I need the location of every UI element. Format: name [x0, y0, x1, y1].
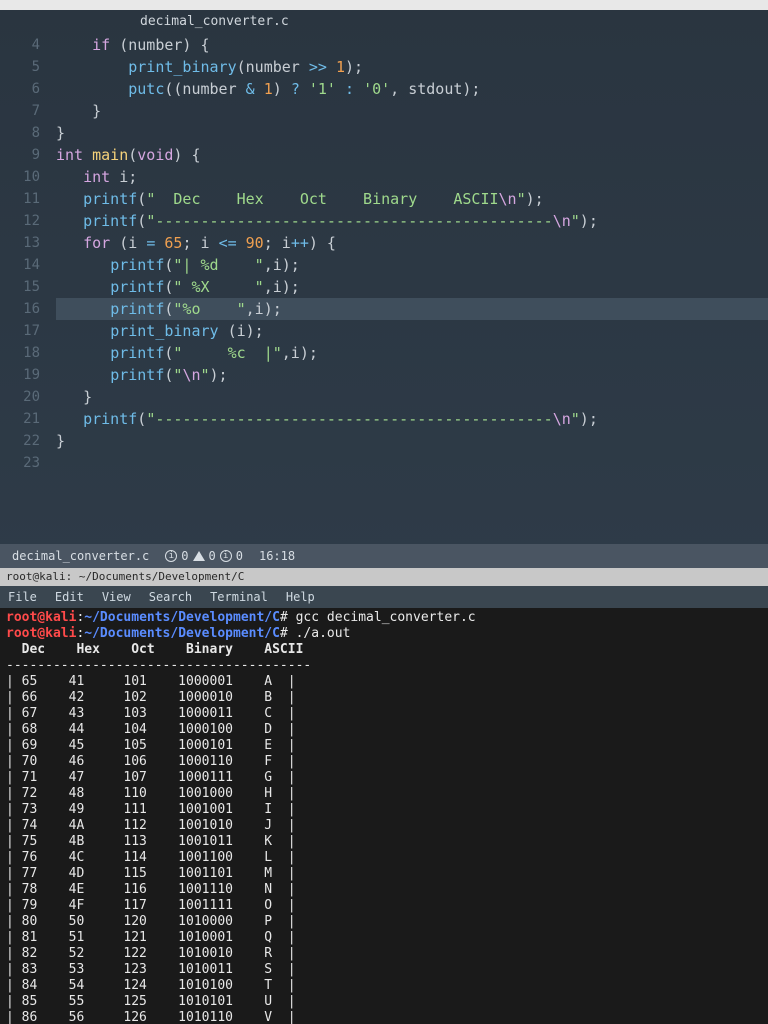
output-row: | 69 45 105 1000101 E |	[6, 738, 762, 754]
line-number: 16	[0, 298, 40, 320]
code-line[interactable]: }	[56, 386, 768, 408]
line-number: 8	[0, 122, 40, 144]
terminal-titlebar: root@kali: ~/Documents/Development/C	[0, 568, 768, 586]
line-number: 14	[0, 254, 40, 276]
line-number: 23	[0, 452, 40, 474]
output-row: | 84 54 124 1010100 T |	[6, 978, 762, 994]
terminal-pane: root@kali: ~/Documents/Development/C Fil…	[0, 568, 768, 1024]
code-line[interactable]: int i;	[56, 166, 768, 188]
output-row: | 79 4F 117 1001111 O |	[6, 898, 762, 914]
line-number: 5	[0, 56, 40, 78]
terminal-menu-help[interactable]: Help	[286, 590, 315, 604]
editor-status-bar: decimal_converter.c i0 0 i0 16:18	[0, 544, 768, 568]
editor-app-menu[interactable]	[0, 0, 768, 10]
code-line[interactable]: int main(void) {	[56, 144, 768, 166]
line-number: 20	[0, 386, 40, 408]
output-row: | 81 51 121 1010001 Q |	[6, 930, 762, 946]
code-line[interactable]: printf("--------------------------------…	[56, 408, 768, 430]
output-row: | 85 55 125 1010101 U |	[6, 994, 762, 1010]
line-number: 11	[0, 188, 40, 210]
info-icon: i	[165, 550, 177, 562]
line-number: 18	[0, 342, 40, 364]
output-row: | 71 47 107 1000111 G |	[6, 770, 762, 786]
terminal-menu-search[interactable]: Search	[149, 590, 192, 604]
code-line[interactable]: }	[56, 122, 768, 144]
line-number: 19	[0, 364, 40, 386]
line-number: 7	[0, 100, 40, 122]
output-row: | 67 43 103 1000011 C |	[6, 706, 762, 722]
code-line[interactable]: }	[56, 430, 768, 452]
editor-pane: decimal_converter.c 45678910111213141516…	[0, 0, 768, 568]
code-line[interactable]: printf(" Dec Hex Oct Binary ASCII\n");	[56, 188, 768, 210]
code-text[interactable]: if (number) { print_binary(number >> 1);…	[56, 34, 768, 544]
terminal-menubar[interactable]: File Edit View Search Terminal Help	[0, 586, 768, 608]
output-row: | 68 44 104 1000100 D |	[6, 722, 762, 738]
code-line[interactable]: putc((number & 1) ? '1' : '0', stdout);	[56, 78, 768, 100]
code-line[interactable]: }	[56, 100, 768, 122]
code-line[interactable]: print_binary(number >> 1);	[56, 56, 768, 78]
code-line[interactable]: printf("%o ",i);	[56, 298, 768, 320]
line-number: 10	[0, 166, 40, 188]
editor-tab[interactable]: decimal_converter.c	[140, 14, 289, 29]
output-divider: ---------------------------------------	[6, 658, 762, 674]
output-row: | 80 50 120 1010000 P |	[6, 914, 762, 930]
output-row: | 83 53 123 1010011 S |	[6, 962, 762, 978]
code-area[interactable]: 4567891011121314151617181920212223 if (n…	[0, 34, 768, 544]
editor-tab-bar[interactable]: decimal_converter.c	[0, 10, 768, 34]
output-row: | 66 42 102 1000010 B |	[6, 690, 762, 706]
output-row: | 76 4C 114 1001100 L |	[6, 850, 762, 866]
line-number: 12	[0, 210, 40, 232]
line-number: 6	[0, 78, 40, 100]
output-row: | 75 4B 113 1001011 K |	[6, 834, 762, 850]
code-line[interactable]: if (number) {	[56, 34, 768, 56]
code-line[interactable]: print_binary (i);	[56, 320, 768, 342]
code-line[interactable]: for (i = 65; i <= 90; i++) {	[56, 232, 768, 254]
code-line[interactable]: printf(" %X ",i);	[56, 276, 768, 298]
status-cursor-position: 16:18	[259, 549, 295, 563]
terminal-menu-edit[interactable]: Edit	[55, 590, 84, 604]
terminal-menu-file[interactable]: File	[8, 590, 37, 604]
output-row: | 65 41 101 1000001 A |	[6, 674, 762, 690]
output-row: | 70 46 106 1000110 F |	[6, 754, 762, 770]
output-row: | 78 4E 116 1001110 N |	[6, 882, 762, 898]
code-line[interactable]: printf("| %d ",i);	[56, 254, 768, 276]
code-line[interactable]: printf("\n");	[56, 364, 768, 386]
output-row: | 74 4A 112 1001010 J |	[6, 818, 762, 834]
line-number: 17	[0, 320, 40, 342]
output-row: | 82 52 122 1010010 R |	[6, 946, 762, 962]
code-line[interactable]	[56, 452, 768, 474]
line-number: 15	[0, 276, 40, 298]
code-line[interactable]: printf("--------------------------------…	[56, 210, 768, 232]
status-diagnostics[interactable]: i0 0 i0	[165, 549, 243, 563]
line-number: 22	[0, 430, 40, 452]
output-header: Dec Hex Oct Binary ASCII	[6, 642, 762, 658]
status-filename: decimal_converter.c	[12, 549, 149, 563]
terminal-menu-view[interactable]: View	[102, 590, 131, 604]
code-line[interactable]: printf(" %c |",i);	[56, 342, 768, 364]
terminal-output[interactable]: root@kali:~/Documents/Development/C# gcc…	[0, 608, 768, 1024]
output-row: | 77 4D 115 1001101 M |	[6, 866, 762, 882]
terminal-menu-terminal[interactable]: Terminal	[210, 590, 268, 604]
info-icon: i	[220, 550, 232, 562]
output-row: | 73 49 111 1001001 I |	[6, 802, 762, 818]
output-row: | 72 48 110 1001000 H |	[6, 786, 762, 802]
warning-icon	[193, 551, 205, 561]
line-number: 9	[0, 144, 40, 166]
line-number-gutter: 4567891011121314151617181920212223	[0, 34, 56, 544]
terminal-prompt-line: root@kali:~/Documents/Development/C# ./a…	[6, 626, 762, 642]
line-number: 13	[0, 232, 40, 254]
line-number: 21	[0, 408, 40, 430]
terminal-prompt-line: root@kali:~/Documents/Development/C# gcc…	[6, 610, 762, 626]
output-row: | 86 56 126 1010110 V |	[6, 1010, 762, 1024]
line-number: 4	[0, 34, 40, 56]
